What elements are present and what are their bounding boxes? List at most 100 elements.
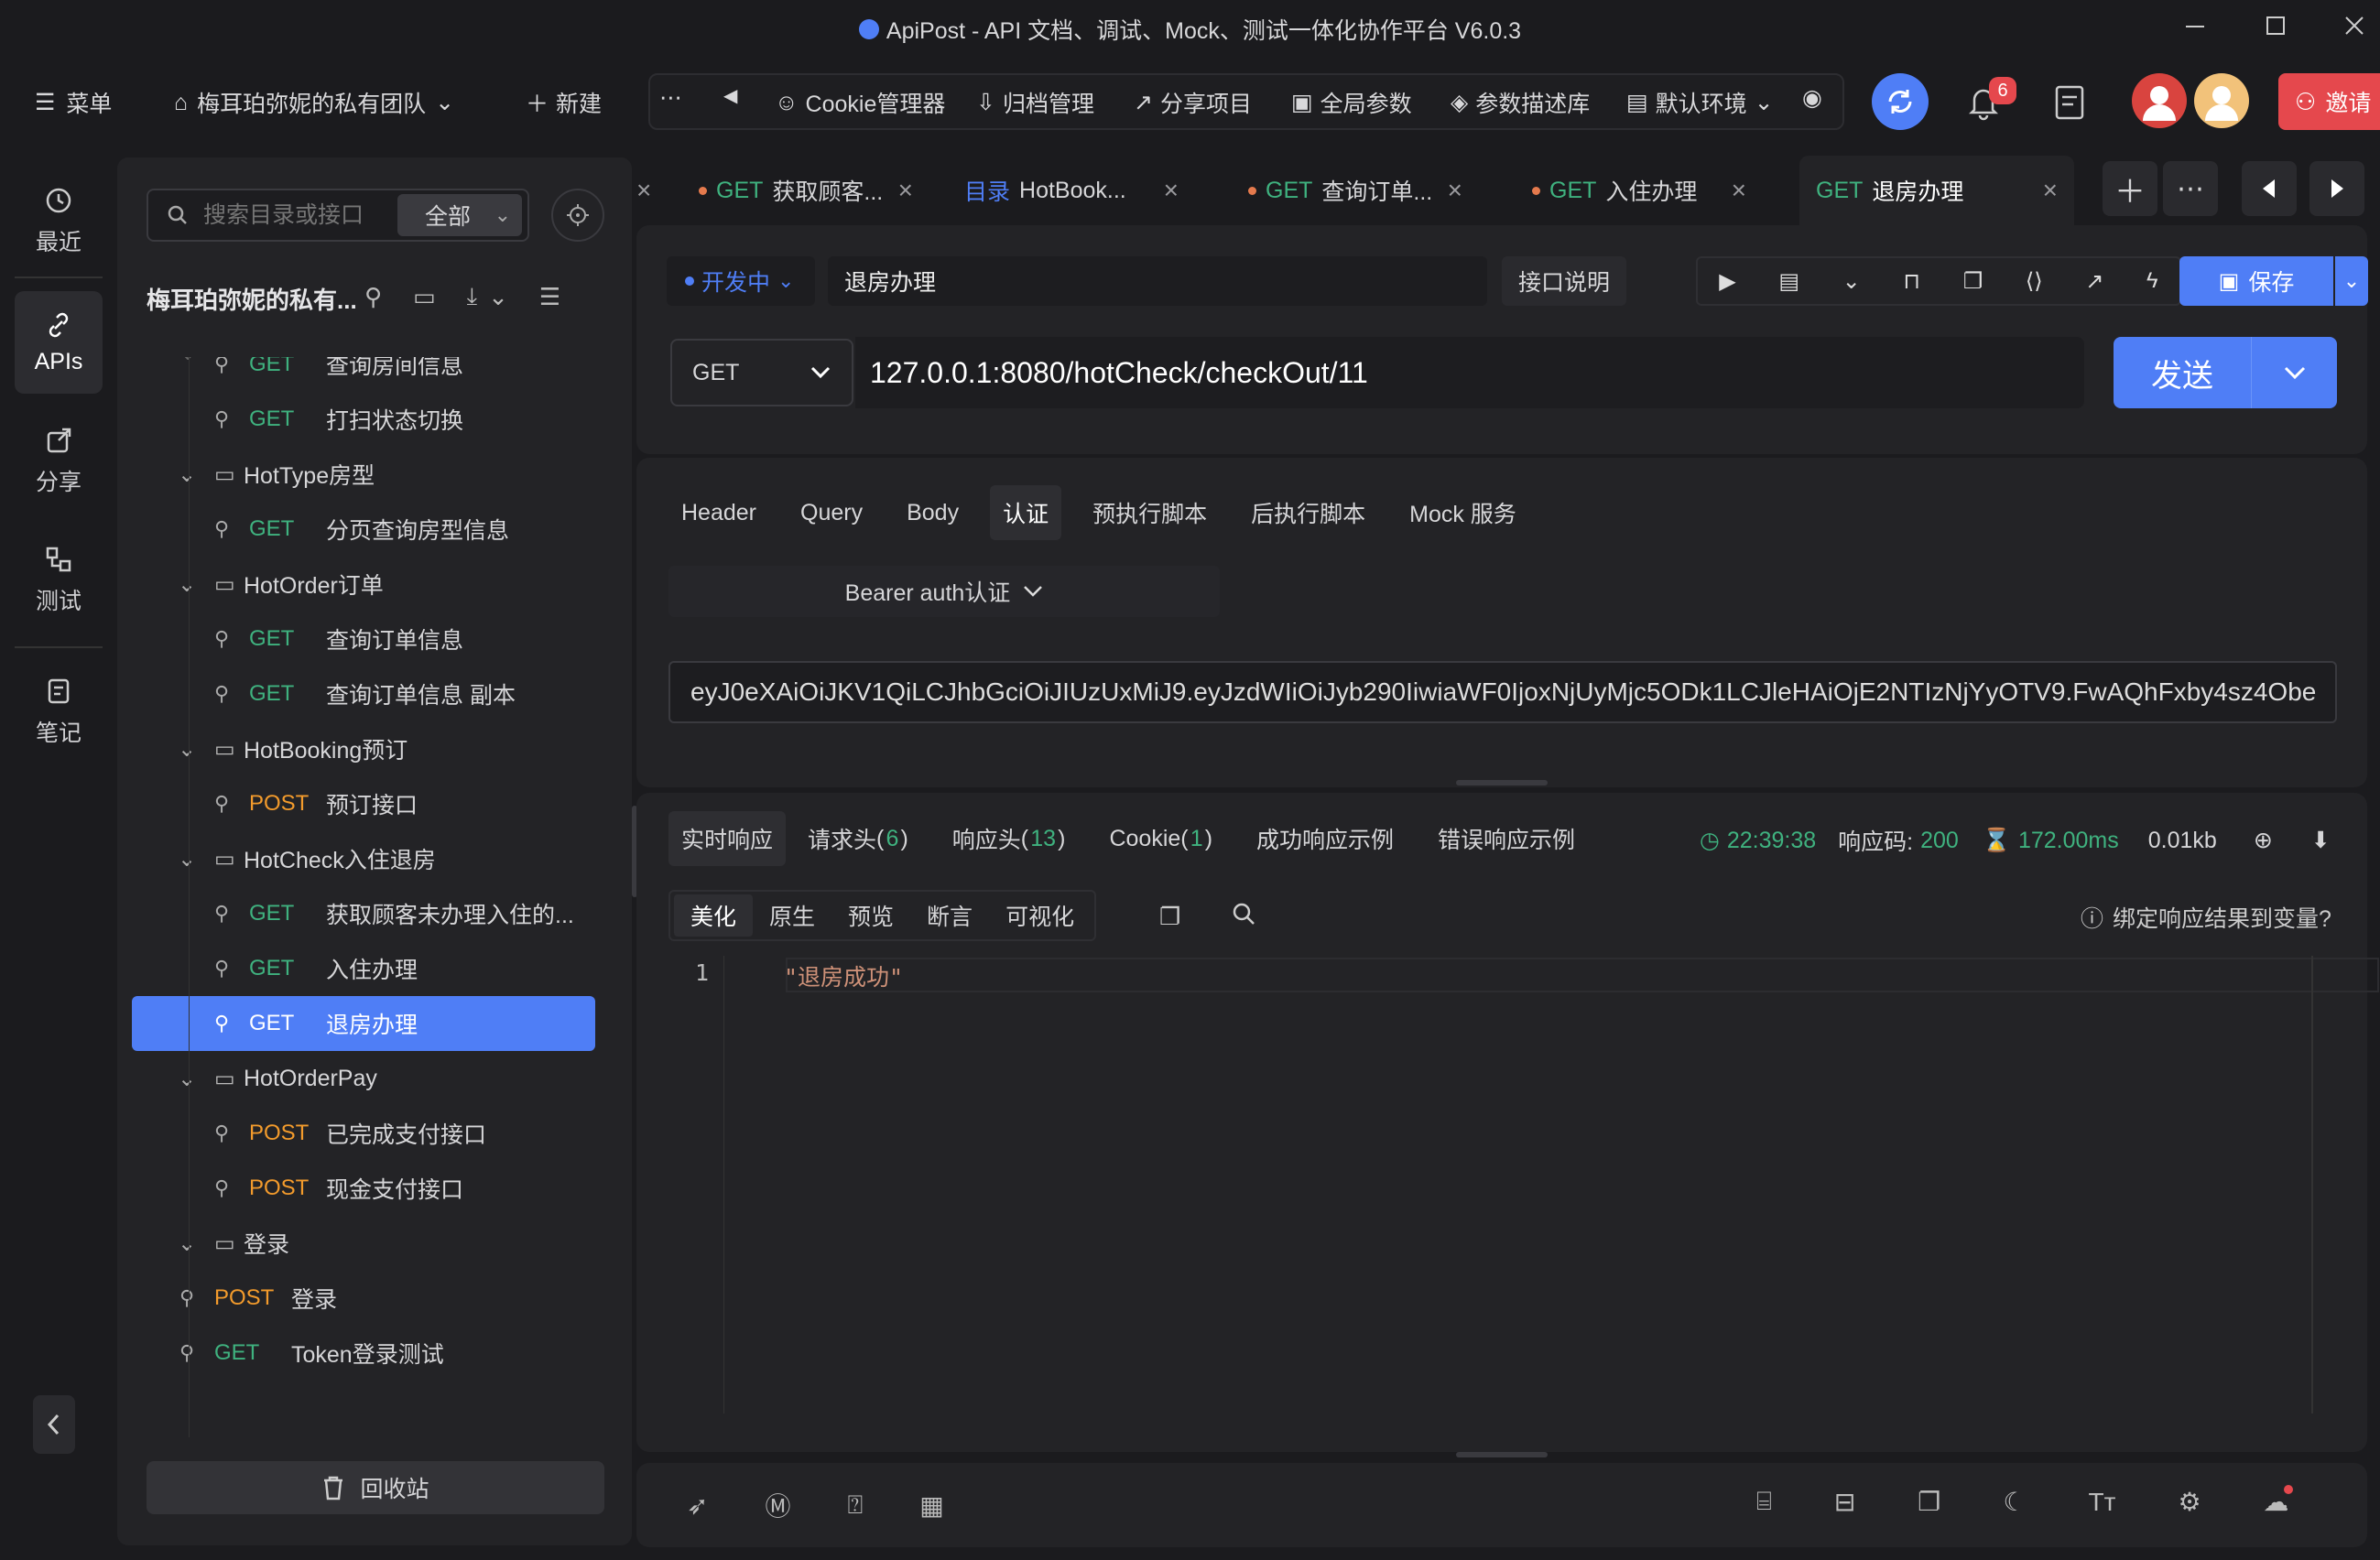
nav-apis[interactable]: APIs (15, 291, 103, 394)
share-icon[interactable]: ↗ (2085, 268, 2103, 295)
avatar[interactable] (2132, 73, 2187, 128)
download-icon[interactable]: ⬇ (2311, 827, 2331, 854)
send-button[interactable]: 发送 (2114, 337, 2251, 408)
menu-button[interactable]: ☰ 菜单 (35, 86, 112, 119)
tree-api-item[interactable]: ⚲ GET 获取顾客未办理入住的... (117, 886, 632, 941)
maximize-icon[interactable] (2264, 13, 2288, 40)
tab-more-button[interactable]: ⋯ (2163, 161, 2218, 216)
notes-icon[interactable] (2053, 84, 2086, 121)
tab-realtime-response[interactable]: 实时响应 (668, 811, 787, 866)
team-selector[interactable]: ⌂ 梅耳珀弥妮的私有团队 ⌄ (174, 86, 454, 119)
settings-icon[interactable]: ⚙ (2178, 1487, 2201, 1517)
tree-api-item[interactable]: ⚲ GET 打扫状态切换 (117, 392, 632, 447)
bind-variable-button[interactable]: ⓘ 绑定响应结果到变量? (2081, 901, 2331, 934)
cookie-manager-button[interactable]: ☺ Cookie管理器 (775, 86, 945, 119)
resize-handle[interactable] (1456, 1452, 1548, 1457)
tab-prev-button[interactable] (2242, 161, 2297, 216)
view-tab-3[interactable]: 断言 (910, 894, 989, 937)
view-tab-0[interactable]: 美化 (674, 894, 754, 937)
tree-folder[interactable]: ⌄ ▭ HotOrder订单 (117, 557, 632, 612)
split-icon[interactable]: ⊟ (1834, 1487, 1855, 1517)
tree-api-item[interactable]: ⚲ GET 查询房间信息 (117, 357, 632, 392)
eye-icon[interactable]: ◉ (1802, 84, 1822, 112)
recycle-bin-button[interactable]: 回收站 (147, 1461, 604, 1514)
locate-button[interactable] (551, 189, 604, 242)
flash-icon[interactable]: ϟ (2146, 268, 2158, 294)
tab-cookie[interactable]: Cookie( 1 ) (1087, 811, 1234, 866)
tree-folder[interactable]: ⌄ ▭ HotBooking预订 (117, 721, 632, 776)
new-folder-icon[interactable]: ▭ (413, 283, 436, 311)
nav-recent[interactable]: 最近 (15, 170, 103, 273)
tab-4[interactable]: GET 退房办理 × (1799, 156, 2074, 225)
global-params-button[interactable]: ▣ 全局参数 (1291, 86, 1412, 119)
save-menu-button[interactable]: ⌄ (2335, 256, 2368, 306)
invite-button[interactable]: ⚇ 邀请 (2278, 73, 2380, 130)
resize-handle[interactable] (1456, 780, 1548, 785)
collapse-sidebar-button[interactable] (33, 1395, 75, 1454)
tree-folder[interactable]: ⌄ ▭ HotOrderPay (117, 1051, 632, 1106)
search-input[interactable] (203, 201, 377, 229)
tree-api-item[interactable]: ⚲ GET 分页查询房型信息 (117, 502, 632, 557)
view-tab-4[interactable]: 可视化 (989, 894, 1091, 937)
nav-share[interactable]: 分享 (15, 410, 103, 513)
tab-success-example[interactable]: 成功响应示例 (1234, 811, 1416, 866)
close-tab-icon[interactable]: × (898, 176, 913, 205)
tree-api-item[interactable]: ⚲ POST 预订接口 (117, 776, 632, 831)
layout-icon[interactable]: ▤ (1778, 268, 1799, 295)
view-tab-1[interactable]: 原生 (753, 894, 831, 937)
close-tab-icon[interactable]: × (1448, 176, 1462, 205)
url-input[interactable] (855, 337, 2084, 408)
tab-1[interactable]: 目录 HotBook... × (948, 156, 1195, 225)
tab-next-button[interactable] (2309, 161, 2364, 216)
new-api-icon[interactable]: ⚲ (364, 283, 382, 311)
save-button[interactable]: ▣ 保存 (2179, 256, 2333, 306)
req-tab-0[interactable]: Header (668, 485, 769, 540)
tree-api-item[interactable]: ⚲ POST 已完成支付接口 (117, 1106, 632, 1161)
cloud-icon[interactable]: ☁ (2264, 1485, 2293, 1517)
code-icon[interactable]: ⟨⟩ (2026, 268, 2043, 295)
send-menu-button[interactable] (2251, 337, 2337, 408)
tab-0[interactable]: GET 获取顾客... × (682, 156, 929, 225)
req-tab-4[interactable]: 预执行脚本 (1080, 485, 1220, 540)
copy-icon[interactable]: ❐ (1159, 903, 1180, 931)
windows-icon[interactable]: ❐ (1918, 1487, 1940, 1517)
environment-select[interactable]: ▤ 默认环境 ⌄ (1626, 86, 1774, 119)
tree-api-item[interactable]: ⚲ POST 登录 (117, 1271, 632, 1326)
status-select[interactable]: 开发中 ⌄ (667, 256, 815, 306)
collapse-left-icon[interactable]: ◀ (723, 84, 737, 107)
tab-response-headers[interactable]: 响应头( 13 ) (930, 811, 1088, 866)
chevron-down-icon[interactable]: ⌄ (488, 283, 508, 311)
calendar-icon[interactable]: ▦ (919, 1490, 943, 1521)
moon-icon[interactable]: ☾ (2003, 1487, 2026, 1517)
req-tab-5[interactable]: 后执行脚本 (1238, 485, 1378, 540)
unlock-icon[interactable]: ⊓ (1903, 268, 1920, 295)
doc-button[interactable]: 接口说明 (1502, 256, 1627, 306)
tree-api-item[interactable]: ⚲ GET 查询订单信息 (117, 612, 632, 666)
rocket-icon[interactable]: ➶ (687, 1490, 708, 1521)
tree-folder[interactable]: ⌄ ▭ HotType房型 (117, 447, 632, 502)
search-icon[interactable] (1231, 901, 1256, 926)
copy-icon[interactable]: ❐ (1963, 268, 1983, 295)
view-tab-2[interactable]: 预览 (831, 894, 910, 937)
sync-button[interactable] (1872, 73, 1929, 130)
tree-api-item[interactable]: ⚲ GET Token登录测试 (117, 1326, 632, 1381)
req-tab-6[interactable]: Mock 服务 (1396, 485, 1529, 540)
minimize-icon[interactable] (2183, 13, 2207, 40)
tree-folder[interactable]: ⌄ ▭ 登录 (117, 1216, 632, 1271)
import-icon[interactable]: ⤓ (467, 282, 478, 311)
tree-api-item[interactable]: ⚲ GET 查询订单信息 副本 (117, 666, 632, 721)
nav-notes[interactable]: 笔记 (15, 661, 103, 764)
add-tab-button[interactable]: ＋ (2103, 161, 2157, 216)
request-name-input[interactable] (828, 256, 1487, 306)
help-box-icon[interactable]: ⍰ (847, 1490, 863, 1521)
nav-test[interactable]: 测试 (15, 529, 103, 632)
tabs-close-all-icon[interactable]: × (636, 156, 651, 225)
tab-error-example[interactable]: 错误响应示例 (1416, 811, 1597, 866)
sort-icon[interactable]: ☰ (539, 283, 560, 311)
close-window-icon[interactable] (2342, 13, 2366, 40)
more-icon[interactable]: ⋯ (659, 84, 682, 112)
req-tab-1[interactable]: Query (788, 485, 875, 540)
close-tab-icon[interactable]: × (1164, 176, 1179, 205)
tree-api-item[interactable]: ⚲ GET 入住办理 (117, 941, 632, 996)
globe-icon[interactable]: ⊕ (2254, 827, 2273, 854)
